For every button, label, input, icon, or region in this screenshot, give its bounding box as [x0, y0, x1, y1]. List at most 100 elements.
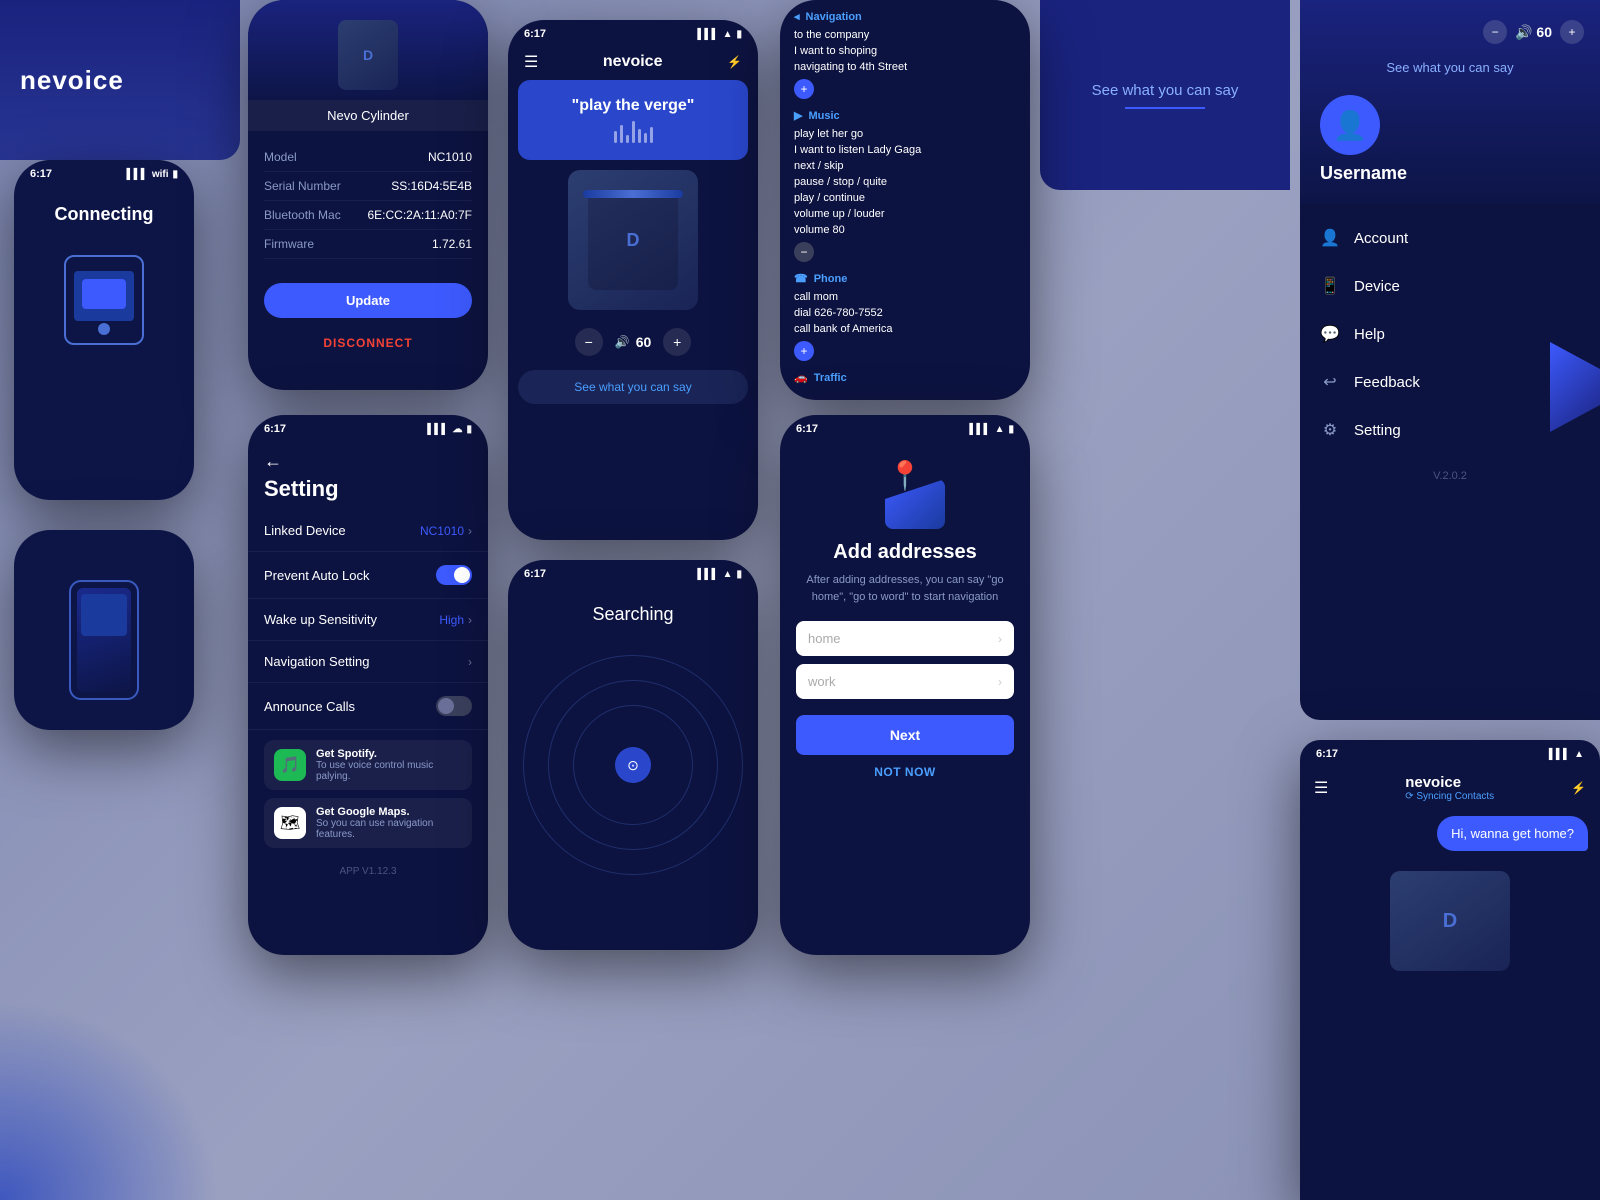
status-bar-main: 6:17 ▌▌▌ ▲ ▮: [508, 20, 758, 44]
nav-plus-button[interactable]: +: [794, 79, 814, 99]
nav-setting-row[interactable]: Navigation Setting ›: [248, 641, 488, 683]
feedback-label: Feedback: [1354, 374, 1420, 391]
update-button[interactable]: Update: [264, 283, 472, 318]
nav-item-2: I want to shoping: [794, 43, 1016, 59]
chat-status-icons: ▌▌▌ ▲: [1549, 749, 1584, 760]
linked-device-row[interactable]: Linked Device NC1010 ›: [248, 510, 488, 552]
announce-calls-label: Announce Calls: [264, 699, 355, 714]
status-bar-searching: 6:17 ▌▌▌ ▲ ▮: [508, 560, 758, 584]
phone-notch: [94, 584, 114, 588]
prevent-lock-row[interactable]: Prevent Auto Lock: [248, 552, 488, 599]
map-icon-large: 📍: [865, 459, 945, 529]
status-time-searching: 6:17: [524, 568, 546, 580]
home-address-input[interactable]: home ›: [796, 621, 1014, 656]
music-section-header: ▶ Music: [794, 109, 1016, 122]
profile-vol-plus[interactable]: +: [1560, 20, 1584, 44]
phone-connecting: 6:17 ▌▌▌ wifi ▮ Connecting: [14, 160, 194, 500]
voice-command-text: "play the verge": [572, 97, 695, 115]
signal-icon: ▌▌▌: [127, 169, 148, 180]
cylinder-ring: [583, 190, 683, 198]
phone-sm-screen-inner: [77, 588, 131, 692]
phone-screen-display: [82, 279, 126, 309]
maps-promo-text: Get Google Maps. So you can use navigati…: [316, 806, 462, 840]
decorative-blob: [0, 1000, 220, 1200]
maps-promo-card[interactable]: 🗺 Get Google Maps. So you can use naviga…: [264, 798, 472, 848]
cylinder-chat-logo: D: [1443, 910, 1457, 933]
searching-status-icons: ▌▌▌ ▲ ▮: [697, 569, 742, 580]
nav-setting-label: Navigation Setting: [264, 654, 370, 669]
profile-vol-minus[interactable]: −: [1483, 20, 1507, 44]
phone-profile: − 🔊 60 + See what you can say 👤 Username…: [1300, 0, 1600, 720]
status-bar-connecting: 6:17 ▌▌▌ wifi ▮: [14, 160, 194, 184]
wave-bar-1: [614, 131, 617, 143]
bluetooth-row: Bluetooth Mac 6E:CC:2A:11:A0:7F: [264, 201, 472, 230]
wave-bar-3: [626, 135, 629, 143]
voice-area-content: "play the verge": [572, 97, 695, 143]
music-minus-button[interactable]: −: [794, 242, 814, 262]
connecting-title: Connecting: [55, 204, 154, 225]
phone-commands: ◂ Navigation to the company I want to sh…: [780, 0, 1030, 400]
maps-title: Get Google Maps.: [316, 806, 462, 818]
back-button[interactable]: ←: [264, 451, 472, 472]
phone-plus-button[interactable]: +: [794, 341, 814, 361]
maps-sub: So you can use navigation features.: [316, 818, 462, 840]
announce-calls-row[interactable]: Announce Calls: [248, 683, 488, 730]
volume-controls-profile: − 🔊 60 +: [1483, 20, 1584, 44]
bluetooth-label: Bluetooth Mac: [264, 208, 341, 222]
not-now-button[interactable]: NOT NOW: [864, 755, 946, 789]
main-logo: nevoice: [603, 53, 663, 71]
spotify-promo-card[interactable]: 🎵 Get Spotify. To use voice control musi…: [264, 740, 472, 790]
volume-plus-btn[interactable]: +: [663, 328, 691, 356]
next-button[interactable]: Next: [796, 715, 1014, 755]
profile-top: − 🔊 60 + See what you can say 👤 Username: [1300, 0, 1600, 204]
cylinder-body: D: [588, 190, 678, 290]
device-icon: 📱: [1320, 276, 1340, 296]
app-version: APP V1.12.3: [248, 858, 488, 885]
traffic-section: 🚗 Traffic: [794, 371, 1016, 384]
main-header: ☰ nevoice ⚡: [508, 44, 758, 80]
music-item-3: next / skip: [794, 158, 1016, 174]
wakeup-label: Wake up Sensitivity: [264, 612, 377, 627]
music-item-7: volume 80: [794, 222, 1016, 238]
prevent-lock-toggle[interactable]: [436, 565, 472, 585]
phone-small-bottom-left: [14, 530, 194, 730]
chat-hamburger-menu[interactable]: ☰: [1314, 778, 1328, 798]
status-icons: ▌▌▌ wifi ▮: [127, 169, 178, 180]
traffic-icon: 🚗: [794, 371, 808, 384]
hamburger-menu[interactable]: ☰: [524, 52, 538, 72]
nav-item-1: to the company: [794, 27, 1016, 43]
chat-device-bottom: D: [1300, 861, 1600, 981]
home-chevron: ›: [998, 632, 1002, 646]
wave-bar-4: [632, 121, 635, 143]
serial-label: Serial Number: [264, 179, 341, 193]
map-pin-icon: 📍: [888, 459, 923, 492]
account-menu-item[interactable]: 👤 Account: [1300, 214, 1600, 262]
disconnect-button[interactable]: DISCONNECT: [248, 330, 488, 356]
wifi-icon-c: ▲: [1574, 749, 1584, 760]
see-what-say-button[interactable]: See what you can say: [518, 370, 748, 404]
phone-addresses-screen: 6:17 ▌▌▌ ▲ ▮ 📍 Add addresses After addin…: [780, 415, 1030, 955]
phone-section: ☎ Phone call mom dial 626-780-7552 call …: [794, 272, 1016, 361]
serial-row: Serial Number SS:16D4:5E4B: [264, 172, 472, 201]
signal-icon-a: ▌▌▌: [969, 424, 990, 435]
wakeup-row[interactable]: Wake up Sensitivity High ›: [248, 599, 488, 641]
phone-device-screen: D Nevo Cylinder Model NC1010 Serial Numb…: [248, 0, 488, 390]
work-address-input[interactable]: work ›: [796, 664, 1014, 699]
phone-searching: 6:17 ▌▌▌ ▲ ▮ Searching ⊙: [508, 560, 758, 950]
wifi-icon-sr: ▲: [723, 569, 733, 580]
profile-vol-display: 🔊 60: [1515, 24, 1552, 41]
cylinder-inner-logo: D: [627, 230, 640, 251]
battery-icon-a: ▮: [1008, 424, 1014, 435]
phone-commands-screen: ◂ Navigation to the company I want to sh…: [780, 0, 1030, 400]
announce-calls-toggle[interactable]: [436, 696, 472, 716]
phone-settings-screen: 6:17 ▌▌▌ ☁ ▮ ← Setting Linked Device NC1…: [248, 415, 488, 955]
nav-section-header: ◂ Navigation: [794, 10, 1016, 23]
device-menu-item[interactable]: 📱 Device: [1300, 262, 1600, 310]
battery-icon-s: ▮: [466, 424, 472, 435]
music-item-6: volume up / louder: [794, 206, 1016, 222]
volume-display: 🔊 60: [615, 334, 652, 350]
volume-minus-btn[interactable]: −: [575, 328, 603, 356]
see-what-profile: See what you can say: [1320, 60, 1580, 75]
phone-device-info: D Nevo Cylinder Model NC1010 Serial Numb…: [248, 0, 488, 390]
phone-outline-icon: [64, 255, 144, 345]
